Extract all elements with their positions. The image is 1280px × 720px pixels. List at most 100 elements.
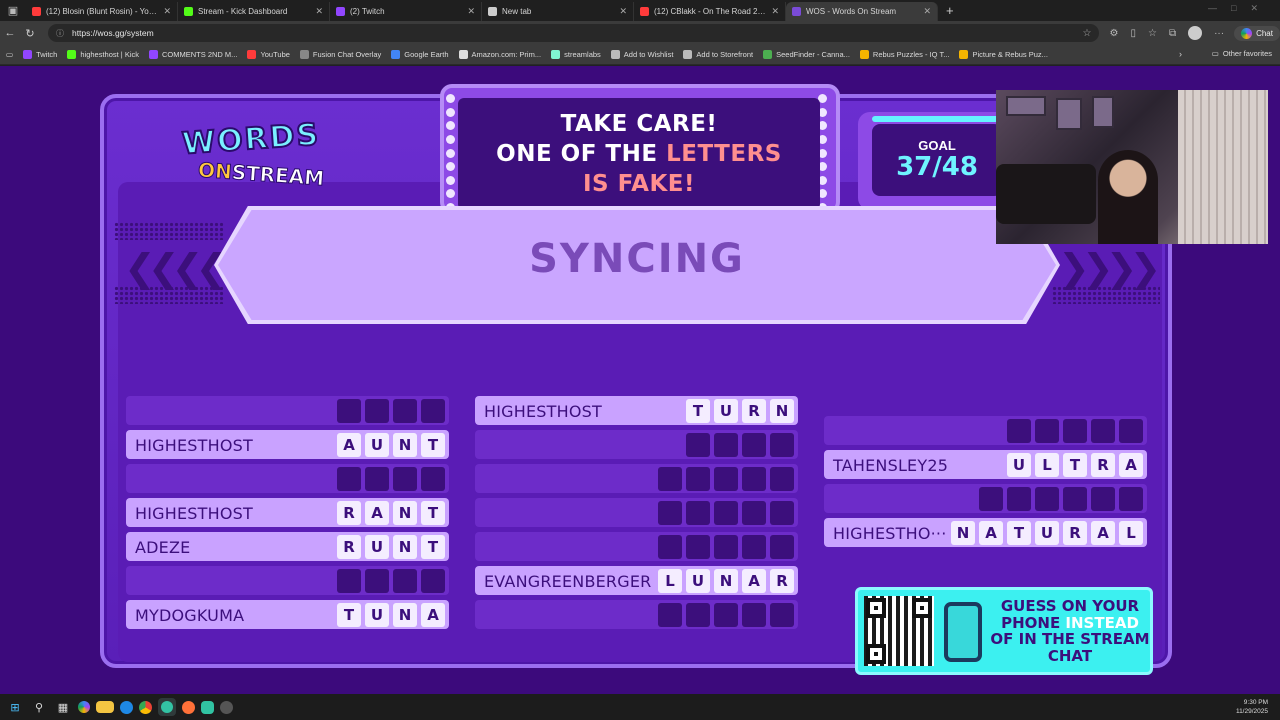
letter-tile <box>742 535 766 559</box>
address-bar[interactable]: ⓘ https://wos.gg/system ☆ <box>47 24 1100 42</box>
browser-tab[interactable]: (12) Blosin (Blunt Rosin) - YouTube ✕ <box>26 2 178 21</box>
bookmark-favicon-icon <box>551 50 561 59</box>
letter-tile <box>1063 487 1087 511</box>
letter-tile: R <box>1091 453 1115 477</box>
close-tab-icon[interactable]: ✕ <box>467 6 475 17</box>
promo-line-2b: INSTEAD <box>1065 613 1139 632</box>
bookmark-item[interactable]: Picture & Rebus Puz... <box>959 50 1048 59</box>
bookmark-label: highesthost | Kick <box>80 50 140 59</box>
bookmarks-overflow-icon[interactable]: › <box>1179 49 1182 59</box>
bookmark-favicon-icon <box>23 50 33 59</box>
letter-tile: N <box>951 521 975 545</box>
bookmark-label: COMMENTS 2ND M... <box>162 50 238 59</box>
bookmark-item[interactable]: Google Earth <box>391 50 449 59</box>
windows-start-icon[interactable]: ⊞ <box>6 698 24 716</box>
chrome-icon[interactable] <box>139 700 152 714</box>
favorites-icon[interactable]: ☆ <box>1148 28 1157 39</box>
tab-title: WOS - Words On Stream <box>806 7 897 16</box>
banner-line-2: ONE OF THE LETTERS <box>496 139 782 169</box>
obs-icon[interactable] <box>220 700 233 714</box>
browser-tab[interactable]: (2) Twitch ✕ <box>330 2 482 21</box>
copilot-taskbar-icon[interactable] <box>78 701 90 713</box>
bookmark-item[interactable]: YouTube <box>247 50 290 59</box>
other-favorites[interactable]: ▭ Other favorites <box>1212 49 1272 58</box>
letter-tile <box>365 399 389 423</box>
bookmarks-menu-icon[interactable]: ▭ <box>6 50 13 59</box>
bookmark-star-icon[interactable]: ☆ <box>1083 28 1092 39</box>
bookmark-item[interactable]: COMMENTS 2ND M... <box>149 50 237 59</box>
bookmark-item[interactable]: Fusion Chat Overlay <box>299 50 382 59</box>
browser-tab[interactable]: WOS - Words On Stream ✕ <box>786 2 938 21</box>
close-tab-icon[interactable]: ✕ <box>771 6 779 17</box>
window-controls[interactable]: —□✕ <box>1208 3 1272 14</box>
solved-word-row: HIGHESTHO··· N A T U R A L <box>824 518 1147 547</box>
system-clock[interactable]: 9:30 PM 11/29/2025 <box>1236 698 1268 716</box>
collections-icon[interactable]: ⧉ <box>1169 28 1176 39</box>
letter-tile <box>714 467 738 491</box>
hidden-word-row <box>126 566 449 595</box>
split-screen-icon[interactable]: ▯ <box>1130 28 1136 39</box>
clock-time: 9:30 PM <box>1243 699 1268 706</box>
close-tab-icon[interactable]: ✕ <box>163 6 171 17</box>
bookmark-item[interactable]: Add to Wishlist <box>610 50 673 59</box>
file-explorer-icon[interactable] <box>96 701 114 713</box>
bookmark-item[interactable]: Twitch <box>23 50 57 59</box>
new-tab-button[interactable]: + <box>946 3 954 18</box>
browser-tab[interactable]: New tab ✕ <box>482 2 634 21</box>
letter-tile <box>686 501 710 525</box>
bookmark-label: Fusion Chat Overlay <box>312 50 382 59</box>
letter-tile: A <box>421 603 445 627</box>
close-tab-icon[interactable]: ✕ <box>315 6 323 17</box>
tab-menu-icon[interactable]: ▣ <box>0 0 26 21</box>
browser-tab[interactable]: Stream - Kick Dashboard ✕ <box>178 2 330 21</box>
edge-active-icon[interactable] <box>158 698 176 716</box>
extensions-icon[interactable]: ⚙ <box>1109 28 1118 39</box>
qr-code[interactable] <box>864 596 934 666</box>
bookmark-label: SeedFinder - Canna... <box>776 50 850 59</box>
back-icon[interactable]: ← <box>0 27 20 39</box>
bookmark-label: Amazon.com: Prim... <box>471 50 542 59</box>
close-tab-icon[interactable]: ✕ <box>923 6 931 17</box>
letter-tile <box>393 467 417 491</box>
task-view-icon[interactable]: ▦ <box>54 698 72 716</box>
bookmark-label: streamlabs <box>564 50 601 59</box>
logo-on: ON <box>197 157 233 184</box>
more-menu-icon[interactable]: ··· <box>1214 28 1224 39</box>
letter-tiles: ULTRA <box>1007 453 1143 477</box>
bookmark-item[interactable]: streamlabs <box>551 50 601 59</box>
letter-tile <box>658 603 682 627</box>
letter-tile: A <box>337 433 361 457</box>
bookmark-label: Picture & Rebus Puz... <box>972 50 1048 59</box>
hidden-word-row <box>824 484 1147 513</box>
hidden-word-row <box>126 396 449 425</box>
close-tab-icon[interactable]: ✕ <box>619 6 627 17</box>
promo-line-4: CHAT <box>1047 646 1093 665</box>
search-icon[interactable]: ⚲ <box>30 698 48 716</box>
letter-tile: U <box>1035 521 1059 545</box>
letter-tile: N <box>393 603 417 627</box>
bookmark-item[interactable]: highesthost | Kick <box>67 50 139 59</box>
profile-avatar[interactable] <box>1188 26 1203 40</box>
streamlabs-icon[interactable] <box>201 700 214 714</box>
bookmark-item[interactable]: Add to Storefront <box>683 50 753 59</box>
letter-tiles <box>979 487 1143 511</box>
bookmark-item[interactable]: SeedFinder - Canna... <box>763 50 850 59</box>
edge-icon[interactable] <box>120 700 133 714</box>
letter-tile <box>770 467 794 491</box>
firefox-icon[interactable] <box>182 700 195 714</box>
bookmark-item[interactable]: Rebus Puzzles - IQ T... <box>859 50 949 59</box>
bookmark-label: Google Earth <box>404 50 449 59</box>
bookmark-item[interactable]: Amazon.com: Prim... <box>458 50 542 59</box>
taskbar: ⊞ ⚲ ▦ 9:30 PM 11/29/2025 <box>0 694 1280 720</box>
solver-name: ADEZE <box>135 538 191 557</box>
promo-line-3: OF IN THE STREAM <box>990 630 1150 648</box>
reload-icon[interactable]: ↻ <box>20 27 40 40</box>
hidden-word-row <box>475 498 798 527</box>
letter-tile: T <box>1007 521 1031 545</box>
letter-tile: T <box>1063 453 1087 477</box>
copilot-chat-button[interactable]: Chat <box>1234 25 1280 41</box>
letter-tile: L <box>1119 521 1143 545</box>
browser-tab[interactable]: (12) CBlakk - On The Road 2 (feat ✕ <box>634 2 786 21</box>
clock-date: 11/29/2025 <box>1235 708 1268 715</box>
site-info-icon[interactable]: ⓘ <box>56 28 64 39</box>
